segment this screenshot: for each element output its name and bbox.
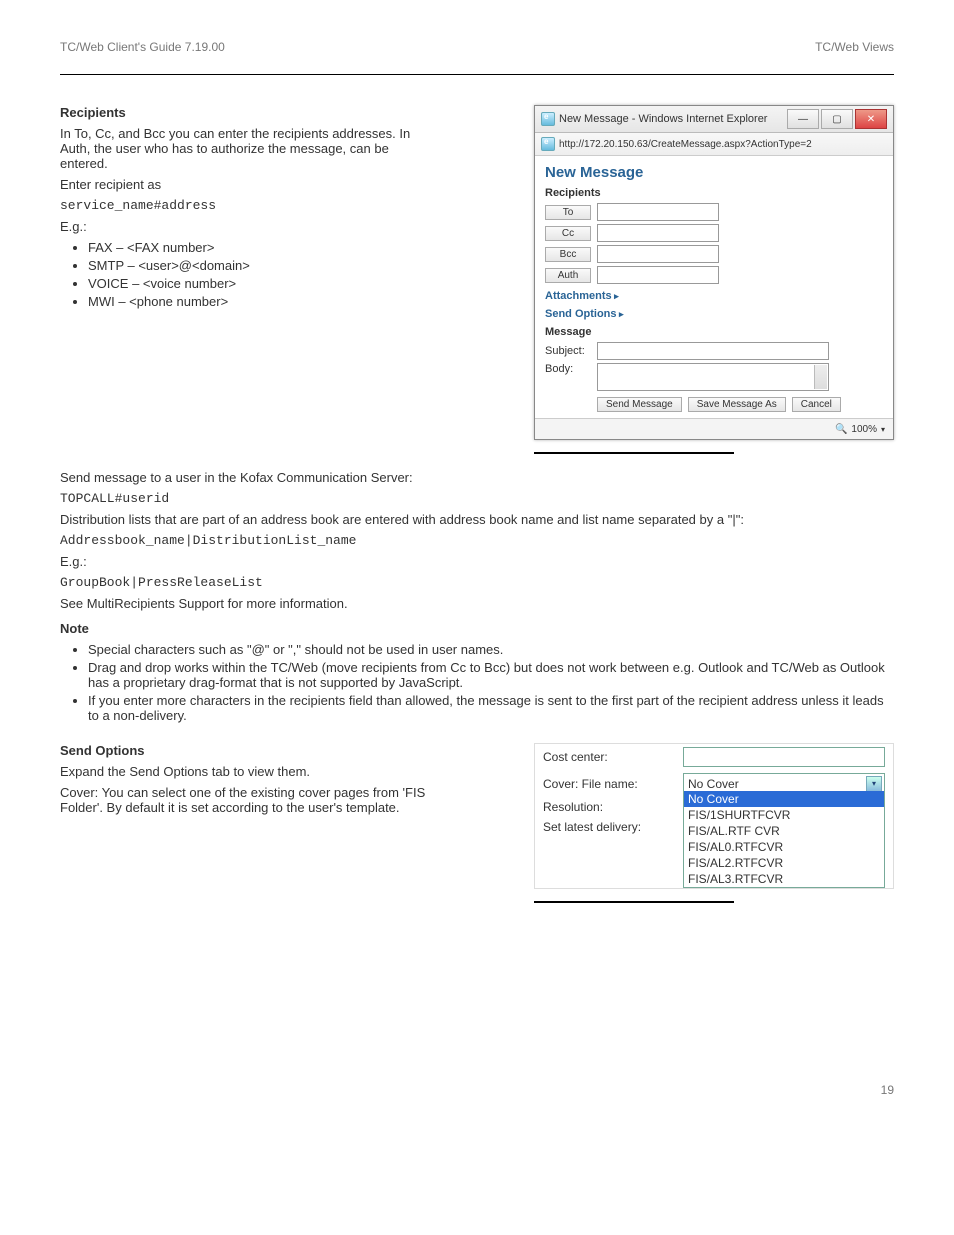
bullet-mwi: MWI – <phone number> bbox=[88, 294, 440, 309]
cover-option-4[interactable]: FIS/AL2.RTFCVR bbox=[684, 855, 884, 871]
code-groupbook: GroupBook|PressReleaseList bbox=[60, 575, 894, 590]
eg-label-2: E.g.: bbox=[60, 554, 894, 569]
code-addrbook: Addressbook_name|DistributionList_name bbox=[60, 533, 894, 548]
cover-option-3[interactable]: FIS/AL0.RTFCVR bbox=[684, 839, 884, 855]
attachments-toggle[interactable]: Attachments bbox=[545, 290, 883, 302]
ie-window: New Message - Windows Internet Explorer … bbox=[534, 105, 894, 440]
bcc-button[interactable]: Bcc bbox=[545, 247, 591, 262]
cover-option-2[interactable]: FIS/AL.RTF CVR bbox=[684, 823, 884, 839]
bullet-voice: VOICE – <voice number> bbox=[88, 276, 440, 291]
ie-favicon-icon bbox=[541, 112, 555, 126]
header-left: TC/Web Client's Guide 7.19.00 bbox=[60, 40, 225, 54]
body-textarea[interactable] bbox=[597, 363, 829, 391]
bullet-smtp: SMTP – <user>@<domain> bbox=[88, 258, 440, 273]
cc-button[interactable]: Cc bbox=[545, 226, 591, 241]
code-topcall: TOPCALL#userid bbox=[60, 491, 894, 506]
subject-label: Subject: bbox=[545, 345, 591, 357]
cover-option-0[interactable]: No Cover bbox=[684, 791, 884, 807]
send-kcs-para: Send message to a user in the Kofax Comm… bbox=[60, 470, 894, 485]
figure-caption-rule-1 bbox=[534, 452, 734, 454]
chevron-down-icon: ▾ bbox=[866, 776, 882, 792]
header-right: TC/Web Views bbox=[815, 40, 894, 54]
recipients-intro: In To, Cc, and Bcc you can enter the rec… bbox=[60, 126, 440, 171]
cover-option-1[interactable]: FIS/1SHURTFCVR bbox=[684, 807, 884, 823]
service-bullets: FAX – <FAX number> SMTP – <user>@<domain… bbox=[60, 240, 440, 309]
note-2: Drag and drop works within the TC/Web (m… bbox=[88, 660, 894, 690]
cover-para: Cover: You can select one of the existin… bbox=[60, 785, 440, 815]
cancel-button[interactable]: Cancel bbox=[792, 397, 841, 412]
ie-titlebar: New Message - Windows Internet Explorer … bbox=[535, 106, 893, 133]
subject-input[interactable] bbox=[597, 342, 829, 360]
cc-input[interactable] bbox=[597, 224, 719, 242]
status-bar: 🔍 100% ▾ bbox=[535, 418, 893, 439]
code-service-address: service_name#address bbox=[60, 198, 440, 213]
address-favicon-icon bbox=[541, 137, 555, 151]
minimize-button[interactable]: — bbox=[787, 109, 819, 129]
auth-input[interactable] bbox=[597, 266, 719, 284]
send-options-heading: Send Options bbox=[60, 743, 440, 758]
header-rule bbox=[60, 74, 894, 75]
recipients-section-label: Recipients bbox=[545, 187, 883, 199]
page-number: 19 bbox=[881, 1083, 894, 1097]
zoom-icon: 🔍 bbox=[835, 424, 847, 435]
send-options-intro: Expand the Send Options tab to view them… bbox=[60, 764, 440, 779]
eg-label-1: E.g.: bbox=[60, 219, 440, 234]
zoom-level: 100% bbox=[851, 424, 877, 435]
notes-list: Special characters such as "@" or "," sh… bbox=[60, 642, 894, 723]
note-heading: Note bbox=[60, 621, 89, 636]
cover-option-5[interactable]: FIS/AL3.RTFCVR bbox=[684, 871, 884, 887]
to-input[interactable] bbox=[597, 203, 719, 221]
figure-caption-rule-2 bbox=[534, 901, 734, 903]
bcc-input[interactable] bbox=[597, 245, 719, 263]
cost-center-label: Cost center: bbox=[543, 750, 683, 764]
address-bar[interactable]: http://172.20.150.63/CreateMessage.aspx?… bbox=[535, 133, 893, 156]
bullet-fax: FAX – <FAX number> bbox=[88, 240, 440, 255]
cover-dropdown-list[interactable]: No Cover FIS/1SHURTFCVR FIS/AL.RTF CVR F… bbox=[683, 791, 885, 888]
cover-selected-value: No Cover bbox=[688, 777, 739, 791]
page-heading: New Message bbox=[545, 164, 883, 181]
close-button[interactable]: ✕ bbox=[855, 109, 887, 129]
message-section-label: Message bbox=[545, 326, 883, 338]
zoom-dropdown-icon[interactable]: ▾ bbox=[881, 425, 885, 434]
latest-delivery-label: Set latest delivery: bbox=[543, 820, 683, 834]
note-3: If you enter more characters in the reci… bbox=[88, 693, 894, 723]
recipients-heading: Recipients bbox=[60, 105, 440, 120]
enter-as-label: Enter recipient as bbox=[60, 177, 440, 192]
cost-center-input[interactable] bbox=[683, 747, 885, 767]
resolution-label: Resolution: bbox=[543, 800, 683, 814]
body-label: Body: bbox=[545, 363, 591, 375]
url-text: http://172.20.150.63/CreateMessage.aspx?… bbox=[559, 139, 812, 150]
to-button[interactable]: To bbox=[545, 205, 591, 220]
auth-button[interactable]: Auth bbox=[545, 268, 591, 283]
send-message-button[interactable]: Send Message bbox=[597, 397, 682, 412]
maximize-button[interactable]: ▢ bbox=[821, 109, 853, 129]
distlist-para: Distribution lists that are part of an a… bbox=[60, 512, 894, 527]
window-title: New Message - Windows Internet Explorer bbox=[559, 113, 767, 125]
save-message-as-button[interactable]: Save Message As bbox=[688, 397, 786, 412]
see-more-para: See MultiRecipients Support for more inf… bbox=[60, 596, 894, 611]
cover-label: Cover: File name: bbox=[543, 777, 683, 791]
note-1: Special characters such as "@" or "," sh… bbox=[88, 642, 894, 657]
send-options-panel: Cost center: Cover: File name: No Cover … bbox=[534, 743, 894, 889]
send-options-toggle[interactable]: Send Options bbox=[545, 308, 883, 320]
